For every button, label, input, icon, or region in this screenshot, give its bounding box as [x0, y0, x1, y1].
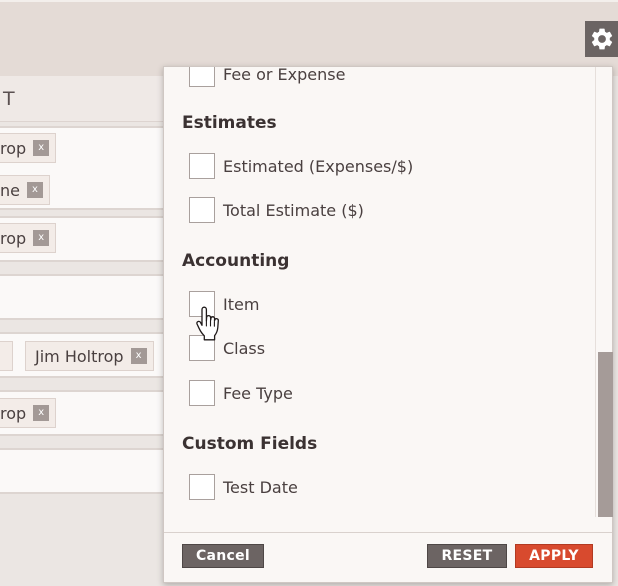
scrollbar-thumb[interactable]	[598, 352, 613, 517]
tag-label: rop	[0, 403, 27, 423]
background-table: T rop x ne x rop x Jim Holtrop x rop x	[0, 76, 170, 586]
tag-label: ne	[0, 180, 20, 200]
option-label: Item	[223, 294, 260, 314]
tag-remove-button[interactable]: x	[33, 230, 50, 246]
option-estimated-expenses[interactable]: Estimated (Expenses/$)	[189, 153, 413, 179]
table-row: rop x	[0, 216, 170, 262]
assignee-tag: ne x	[0, 175, 50, 205]
option-label: Class	[223, 338, 266, 358]
tag-remove-button[interactable]: x	[26, 182, 43, 198]
option-fee-type[interactable]: Fee Type	[189, 380, 293, 406]
checkbox[interactable]	[189, 474, 215, 500]
reset-button[interactable]: RESET	[427, 544, 507, 568]
section-title-estimates: Estimates	[182, 113, 277, 133]
table-row	[0, 274, 170, 320]
checkbox[interactable]	[189, 380, 215, 406]
table-row: rop x	[0, 390, 170, 436]
assignee-tag	[0, 341, 13, 371]
assignee-tag: rop x	[0, 133, 57, 163]
settings-button[interactable]	[585, 21, 618, 57]
checkbox[interactable]	[189, 67, 215, 87]
tag-remove-button[interactable]: x	[33, 140, 50, 156]
option-label: Fee Type	[223, 383, 293, 403]
section-title-accounting: Accounting	[182, 251, 290, 271]
option-class[interactable]: Class	[189, 335, 265, 361]
column-header: T	[0, 76, 170, 122]
panel-scroll-area[interactable]: Fee or Expense Estimates Estimated (Expe…	[164, 67, 594, 532]
table-row: Jim Holtrop x	[0, 332, 170, 378]
tag-label: rop	[0, 228, 27, 248]
option-label: Estimated (Expenses/$)	[223, 156, 414, 176]
table-row	[0, 448, 170, 494]
tag-remove-button[interactable]: x	[130, 348, 147, 364]
checkbox[interactable]	[189, 197, 215, 223]
checkbox[interactable]	[189, 291, 215, 317]
tag-label: rop	[0, 138, 27, 158]
option-test-date[interactable]: Test Date	[189, 474, 298, 500]
cancel-button[interactable]: Cancel	[182, 544, 264, 568]
gear-icon	[591, 28, 612, 50]
apply-button[interactable]: APPLY	[515, 544, 593, 568]
section-title-custom-fields: Custom Fields	[182, 434, 318, 454]
column-header-label: T	[3, 88, 16, 110]
table-row: rop x ne x	[0, 126, 170, 210]
assignee-tag: rop x	[0, 223, 57, 253]
panel-footer: Cancel RESET APPLY	[164, 532, 612, 582]
top-bar	[0, 0, 618, 76]
option-label: Test Date	[223, 477, 298, 497]
scrollbar[interactable]	[595, 67, 613, 517]
option-total-estimate[interactable]: Total Estimate ($)	[189, 197, 364, 223]
option-label: Total Estimate ($)	[223, 200, 364, 220]
assignee-tag: Jim Holtrop x	[25, 341, 154, 371]
tag-remove-button[interactable]: x	[33, 405, 50, 421]
option-label: Fee or Expense	[223, 67, 346, 84]
option-item[interactable]: Item	[189, 291, 259, 317]
option-fee-or-expense[interactable]: Fee or Expense	[189, 67, 345, 87]
checkbox[interactable]	[189, 153, 215, 179]
tag-label: Jim Holtrop	[35, 346, 124, 366]
checkbox[interactable]	[189, 335, 215, 361]
assignee-tag: rop x	[0, 398, 57, 428]
column-filter-panel: Fee or Expense Estimates Estimated (Expe…	[163, 66, 613, 583]
